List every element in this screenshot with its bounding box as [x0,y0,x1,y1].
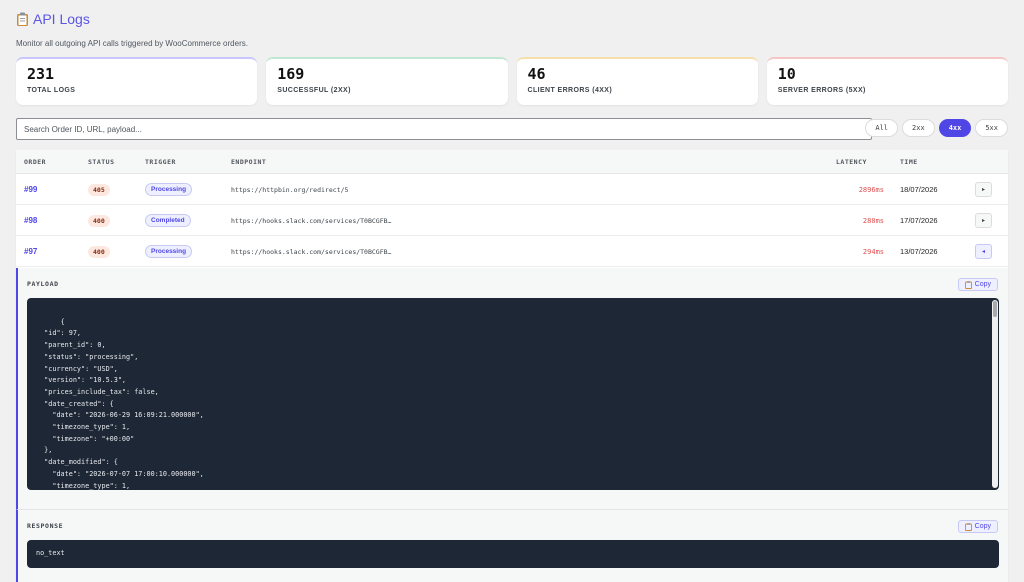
stat-total-logs: 231 TOTAL LOGS [16,57,258,105]
copy-label: Copy [974,281,991,288]
page-header: API Logs Monitor all outgoing API calls … [16,10,248,48]
stat-successful: 169 SUCCESSFUL (2XX) [266,57,508,105]
column-header-time: TIME [900,158,918,166]
column-header-order: ORDER [24,158,47,166]
stats-bar: 231 TOTAL LOGS 169 SUCCESSFUL (2XX) 46 C… [16,57,1008,105]
stat-server-errors: 10 SERVER ERRORS (5XX) [766,57,1008,105]
logs-table: ORDER STATUS TRIGGER ENDPOINT LATENCY TI… [16,150,1008,582]
stat-value: 169 [277,65,305,83]
trigger-badge: Processing [145,245,193,258]
payload-label: PAYLOAD [27,280,59,288]
endpoint-url: https://httpbin.org/redirect/5 [231,185,349,194]
payload-code-text: { "id": 97, "parent_id": 0, "status": "p… [44,317,204,490]
search-input[interactable] [16,118,872,140]
table-row[interactable]: #98 400 Completed https://hooks.slack.co… [16,205,1008,236]
toolbar: All 2xx 4xx 5xx [16,118,1008,140]
trigger-badge: Completed [145,214,191,227]
stat-value: 231 [27,65,55,83]
page-title: API Logs [16,10,248,28]
table-header: ORDER STATUS TRIGGER ENDPOINT LATENCY TI… [16,150,1008,174]
clipboard-icon [17,12,28,26]
latency-value: 294ms [862,247,884,256]
payload-scrollbar[interactable] [992,300,998,488]
filter-2xx-button[interactable]: 2xx [902,119,935,137]
table-row-expanded[interactable]: #97 400 Processing https://hooks.slack.c… [16,236,1008,267]
page-subtitle: Monitor all outgoing API calls triggered… [16,39,248,48]
endpoint-url: https://hooks.slack.com/services/T0BCGFB… [231,247,392,256]
copy-response-button[interactable]: Copy [957,520,998,533]
response-panel: RESPONSE Copy no_text [16,509,1008,582]
status-badge: 400 [88,245,110,258]
copy-payload-button[interactable]: Copy [957,278,998,291]
response-label: RESPONSE [27,522,64,530]
table-row[interactable]: #99 405 Processing https://httpbin.org/r… [16,174,1008,205]
latency-value: 280ms [862,216,884,225]
expand-row-button[interactable]: ▸ [975,213,992,228]
filter-5xx-button[interactable]: 5xx [975,119,1008,137]
column-header-endpoint: ENDPOINT [231,158,267,166]
status-badge: 400 [88,214,110,227]
status-badge: 405 [88,183,110,196]
time-value: 17/07/2026 [900,216,938,225]
stat-label: CLIENT ERRORS (4XX) [527,87,613,94]
time-value: 18/07/2026 [900,185,938,194]
status-filters: All 2xx 4xx 5xx [865,119,1008,137]
order-link[interactable]: #98 [24,216,37,225]
filter-all-button[interactable]: All [865,119,899,137]
column-header-status: STATUS [88,158,115,166]
clipboard-icon [964,522,972,531]
stat-value: 10 [777,65,796,83]
clipboard-icon [964,280,972,289]
page-title-text: API Logs [33,11,90,27]
payload-panel: PAYLOAD Copy { "id": 97, "parent_id": 0,… [16,268,1008,509]
time-value: 13/07/2026 [900,247,938,256]
copy-label: Copy [974,523,991,530]
collapse-row-button[interactable]: ◂ [975,244,992,259]
order-link[interactable]: #97 [24,247,37,256]
stat-value: 46 [527,65,546,83]
order-link[interactable]: #99 [24,185,37,194]
response-code-block[interactable]: no_text [27,540,999,568]
filter-4xx-button[interactable]: 4xx [938,119,972,137]
expand-row-button[interactable]: ▸ [975,182,992,197]
scrollbar-thumb[interactable] [993,301,997,317]
stat-label: SERVER ERRORS (5XX) [777,87,866,94]
payload-code-block[interactable]: { "id": 97, "parent_id": 0, "status": "p… [27,298,999,490]
column-header-trigger: TRIGGER [145,158,176,166]
stat-label: SUCCESSFUL (2XX) [277,87,351,94]
latency-value: 2896ms [858,185,884,194]
endpoint-url: https://hooks.slack.com/services/T0BCGFB… [231,216,392,225]
stat-label: TOTAL LOGS [27,87,76,94]
trigger-badge: Processing [145,183,193,196]
stat-client-errors: 46 CLIENT ERRORS (4XX) [516,57,758,105]
column-header-latency: LATENCY [836,158,867,166]
